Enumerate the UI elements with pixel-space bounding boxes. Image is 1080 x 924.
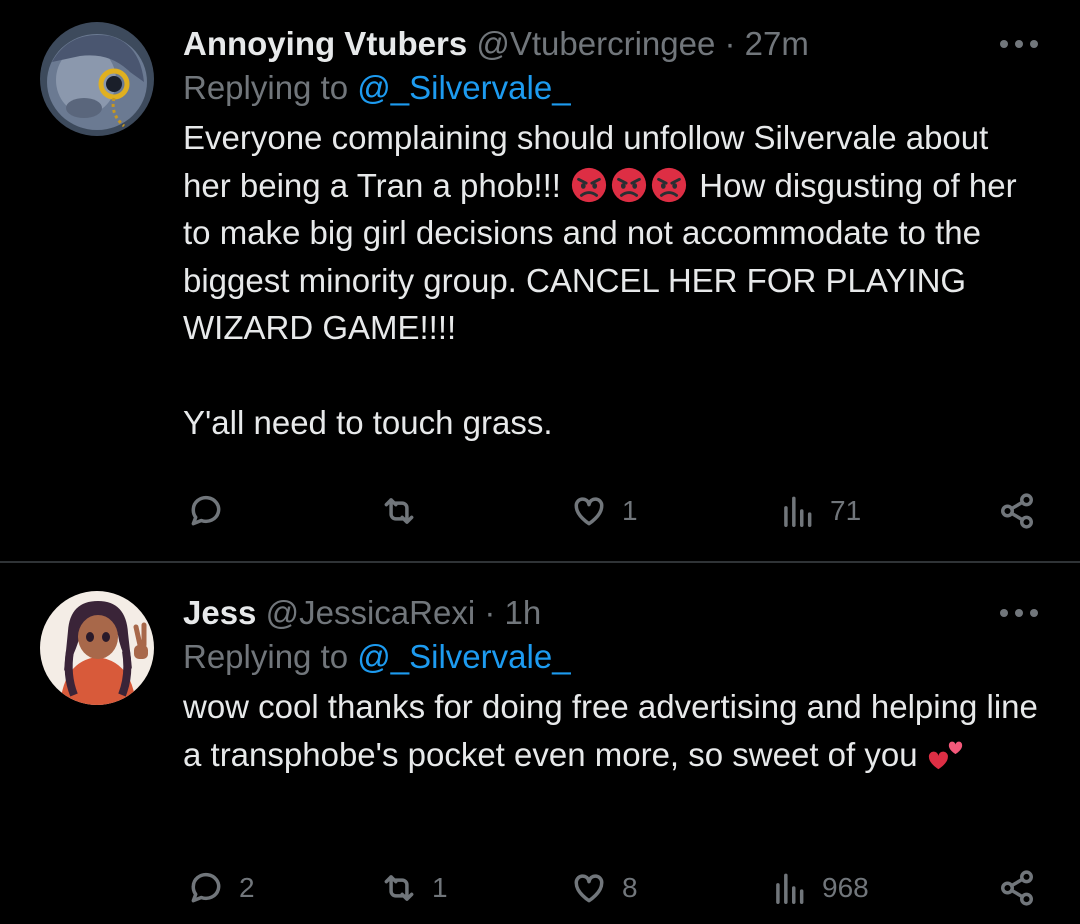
heart-icon: [574, 874, 604, 903]
timestamp[interactable]: 27m: [745, 25, 809, 62]
reply-icon: [191, 872, 221, 903]
retweet-icon: [384, 875, 414, 901]
action-bar: 2 1 8 968: [0, 869, 1080, 909]
mention-link[interactable]: @_Silvervale_: [357, 638, 570, 675]
replying-to: Replying to @_Silvervale_: [183, 638, 571, 675]
reply-icon: [191, 495, 221, 526]
angry-face-emoji: [612, 167, 647, 202]
views-button[interactable]: 968: [770, 869, 869, 907]
like-button[interactable]: 1: [570, 492, 638, 530]
share-icon: [1001, 870, 1033, 906]
share-button[interactable]: [998, 869, 1036, 907]
reply-count: 2: [239, 872, 255, 903]
retweet-button[interactable]: 1: [380, 869, 448, 907]
share-icon: [1001, 493, 1033, 529]
avatar[interactable]: [40, 22, 154, 136]
retweet-count: 1: [432, 872, 448, 903]
like-count: 8: [622, 872, 638, 903]
views-icon: [776, 873, 804, 904]
views-count: 968: [822, 872, 869, 903]
mention-link[interactable]: @_Silvervale_: [357, 69, 570, 106]
two-hearts-emoji: [928, 741, 962, 769]
like-button[interactable]: 8: [570, 869, 638, 907]
display-name[interactable]: Jess: [183, 594, 256, 631]
handle[interactable]: @JessicaRexi: [266, 594, 476, 631]
tweet-header: Annoying Vtubers @Vtubercringee · 27m: [183, 22, 1040, 66]
reply-button[interactable]: 2: [187, 869, 255, 907]
replying-to: Replying to @_Silvervale_: [183, 69, 571, 106]
retweet-icon: [384, 498, 414, 524]
tweet-card[interactable]: Jess @JessicaRexi · 1h Replying to @_Sil…: [0, 563, 1080, 924]
tweet-header: Jess @JessicaRexi · 1h: [183, 591, 1040, 635]
like-count: 1: [622, 495, 638, 526]
tweet-text: Everyone complaining should unfollow Sil…: [183, 119, 1017, 441]
heart-icon: [574, 497, 604, 526]
angry-face-emoji: [572, 167, 607, 202]
share-button[interactable]: [998, 492, 1036, 530]
tweet-card[interactable]: Annoying Vtubers @Vtubercringee · 27m Re…: [0, 0, 1080, 562]
angry-face-emoji: [652, 167, 687, 202]
views-button[interactable]: 71: [778, 492, 861, 530]
avatar[interactable]: [40, 591, 154, 705]
action-bar: 1 71: [0, 492, 1080, 532]
separator-dot: ·: [484, 594, 496, 631]
tweet-text: wow cool thanks for doing free advertisi…: [183, 688, 1048, 773]
display-name[interactable]: Annoying Vtubers: [183, 25, 467, 62]
handle[interactable]: @Vtubercringee: [476, 25, 715, 62]
separator-dot: ·: [724, 25, 736, 62]
reply-button[interactable]: [187, 492, 239, 530]
retweet-button[interactable]: [380, 492, 432, 530]
timestamp[interactable]: 1h: [505, 594, 542, 631]
views-icon: [784, 496, 812, 527]
views-count: 71: [830, 495, 862, 526]
